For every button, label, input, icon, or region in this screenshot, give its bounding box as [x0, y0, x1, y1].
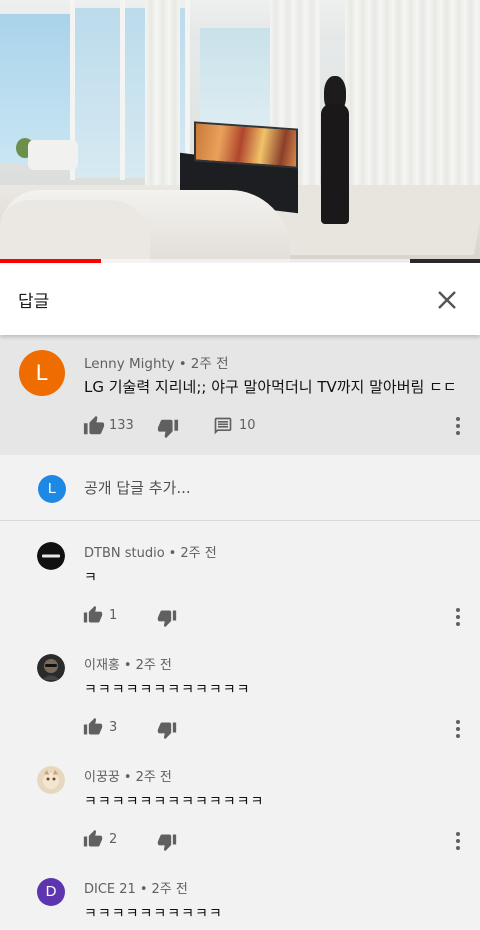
dislike-button[interactable]: [157, 417, 179, 439]
reply-button[interactable]: [213, 416, 235, 438]
more-icon-dot: [456, 615, 460, 619]
dislike-icon: [157, 834, 177, 852]
close-button[interactable]: [430, 283, 464, 317]
like-count: 133: [109, 418, 134, 433]
comment-text: ㅋㅋㅋㅋㅋㅋㅋㅋㅋㅋ: [84, 906, 223, 922]
avatar[interactable]: [37, 766, 65, 794]
video-scene-mullion: [120, 0, 125, 180]
like-button[interactable]: [83, 415, 105, 437]
more-icon-dot: [456, 424, 460, 428]
more-icon: [456, 417, 460, 421]
comment-text: ㅋㅋㅋㅋㅋㅋㅋㅋㅋㅋㅋㅋ: [84, 682, 251, 698]
more-options-button[interactable]: [453, 606, 463, 628]
like-icon: [83, 829, 103, 847]
more-icon: [456, 832, 460, 836]
more-icon: [456, 720, 460, 724]
comment-meta: DICE 21 • 2주 전: [84, 878, 188, 897]
video-scene-blanket: [0, 200, 150, 262]
like-count: 1: [109, 608, 118, 623]
avatar[interactable]: D: [37, 878, 65, 906]
like-button[interactable]: [83, 829, 105, 851]
like-icon: [83, 717, 103, 735]
more-icon-dot: [456, 622, 460, 626]
more-options-button[interactable]: [453, 718, 463, 740]
comment-meta: 이꿍꿍 • 2주 전: [84, 766, 172, 785]
comment-time: 2주 전: [190, 356, 229, 372]
meta-separator: •: [168, 546, 177, 561]
reply-icon: [214, 417, 232, 435]
more-icon: [456, 608, 460, 612]
comment-time: 2주 전: [135, 770, 172, 785]
like-count: 3: [109, 720, 118, 735]
meta-separator: •: [139, 882, 148, 897]
reply-item: DTBN studio • 2주 전 ㅋ 1: [0, 522, 480, 634]
reply-item: 이재홍 • 2주 전 ㅋㅋㅋㅋㅋㅋㅋㅋㅋㅋㅋㅋ 3: [0, 634, 480, 746]
reply-input[interactable]: 공개 답글 추가...: [84, 477, 191, 498]
like-icon: [83, 415, 105, 435]
more-icon-dot: [456, 846, 460, 850]
like-button[interactable]: [83, 605, 105, 627]
more-icon-dot: [456, 431, 460, 435]
dislike-button[interactable]: [157, 608, 179, 630]
comment-time: 2주 전: [180, 546, 217, 561]
video-scene-window: [200, 28, 270, 138]
like-count: 2: [109, 832, 118, 847]
replies-header-title: 답글: [18, 292, 50, 312]
video-player[interactable]: [0, 0, 480, 262]
dtbn-avatar-icon: [37, 542, 65, 570]
reply-item: 이꿍꿍 • 2주 전 ㅋㅋㅋㅋㅋㅋㅋㅋㅋㅋㅋㅋㅋ 2: [0, 746, 480, 858]
video-scene-person-body: [321, 104, 349, 224]
comment-author[interactable]: DICE 21: [84, 882, 136, 897]
parent-comment: L Lenny Mighty • 2주 전 LG 기술력 지리네;; 야구 말아먹더…: [0, 335, 480, 455]
meta-separator: •: [123, 770, 132, 785]
reply-count: 10: [239, 418, 256, 433]
profile-photo-icon: [37, 766, 65, 794]
dislike-icon: [157, 722, 177, 740]
comment-meta: DTBN studio • 2주 전: [84, 542, 217, 561]
comment-time: 2주 전: [135, 658, 172, 673]
app-root: 답글 L Lenny Mighty • 2주 전 LG 기술력 지리네;; 야구 말…: [0, 0, 480, 930]
video-scene-person: [318, 76, 352, 224]
avatar[interactable]: [37, 654, 65, 682]
video-scene-curtain: [145, 0, 180, 215]
add-reply-row: L 공개 답글 추가...: [0, 455, 480, 521]
comment-author[interactable]: 이꿍꿍: [84, 770, 120, 785]
close-icon: [438, 291, 456, 309]
like-icon: [83, 605, 103, 623]
like-button[interactable]: [83, 717, 105, 739]
avatar[interactable]: [37, 542, 65, 570]
comment-time: 2주 전: [151, 882, 188, 897]
comment-meta: Lenny Mighty • 2주 전: [84, 352, 229, 372]
comment-author[interactable]: DTBN studio: [84, 546, 165, 561]
dislike-icon: [157, 610, 177, 628]
meta-separator: •: [123, 658, 132, 673]
dislike-icon: [157, 419, 179, 439]
profile-photo-icon: [37, 654, 65, 682]
reply-item: D DICE 21 • 2주 전 ㅋㅋㅋㅋㅋㅋㅋㅋㅋㅋ: [0, 858, 480, 930]
comment-meta: 이재홍 • 2주 전: [84, 654, 172, 673]
video-scene-chair: [28, 140, 78, 170]
more-icon-dot: [456, 727, 460, 731]
comment-author[interactable]: 이재홍: [84, 658, 120, 673]
more-options-button[interactable]: [453, 415, 463, 437]
more-options-button[interactable]: [453, 830, 463, 852]
comment-text: ㅋ: [84, 570, 98, 586]
more-icon-dot: [456, 734, 460, 738]
video-scene-tv-screen: [194, 121, 298, 169]
avatar[interactable]: L: [19, 350, 65, 396]
user-avatar: L: [38, 475, 66, 503]
comment-text: LG 기술력 지리네;; 야구 말아먹더니 TV까지 말아버림 ㄷㄷ: [84, 378, 457, 396]
dislike-button[interactable]: [157, 832, 179, 854]
dislike-button[interactable]: [157, 720, 179, 742]
meta-separator: •: [178, 356, 187, 372]
comment-text: ㅋㅋㅋㅋㅋㅋㅋㅋㅋㅋㅋㅋㅋ: [84, 794, 265, 810]
comment-author[interactable]: Lenny Mighty: [84, 356, 175, 372]
more-icon-dot: [456, 839, 460, 843]
replies-header: 답글: [0, 263, 480, 335]
